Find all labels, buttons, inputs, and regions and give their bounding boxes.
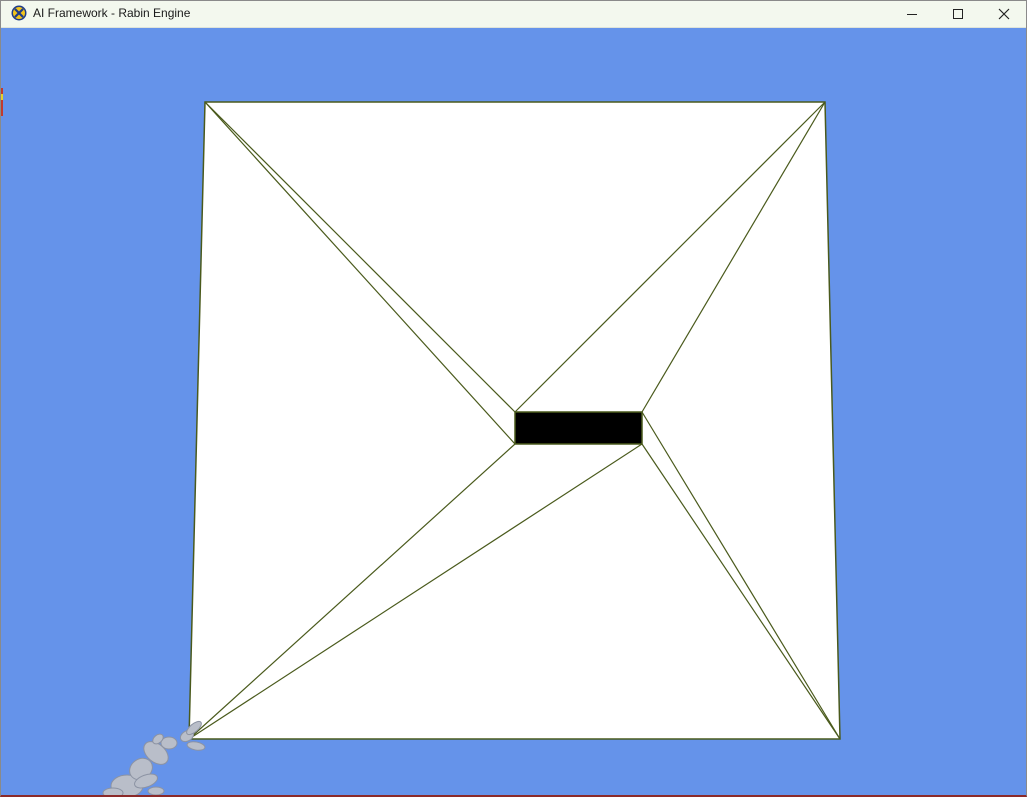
minimize-icon <box>906 8 918 20</box>
minimize-button[interactable] <box>889 1 935 27</box>
obstacle-block <box>514 411 643 445</box>
rabin-engine-icon <box>11 5 27 21</box>
left-edge-artifact-yellow <box>1 94 3 100</box>
render-viewport[interactable] <box>1 28 1026 796</box>
close-button[interactable] <box>981 1 1026 27</box>
maximize-icon <box>952 8 964 20</box>
title-bar[interactable]: AI Framework - Rabin Engine <box>1 1 1026 28</box>
window-title: AI Framework - Rabin Engine <box>33 6 191 20</box>
left-edge-artifact <box>1 88 3 116</box>
navmesh-scene <box>102 101 841 796</box>
close-icon <box>998 8 1010 20</box>
maximize-button[interactable] <box>935 1 981 27</box>
app-window: AI Framework - Rabin Engine <box>0 0 1027 797</box>
agent-figure[interactable] <box>102 719 206 796</box>
